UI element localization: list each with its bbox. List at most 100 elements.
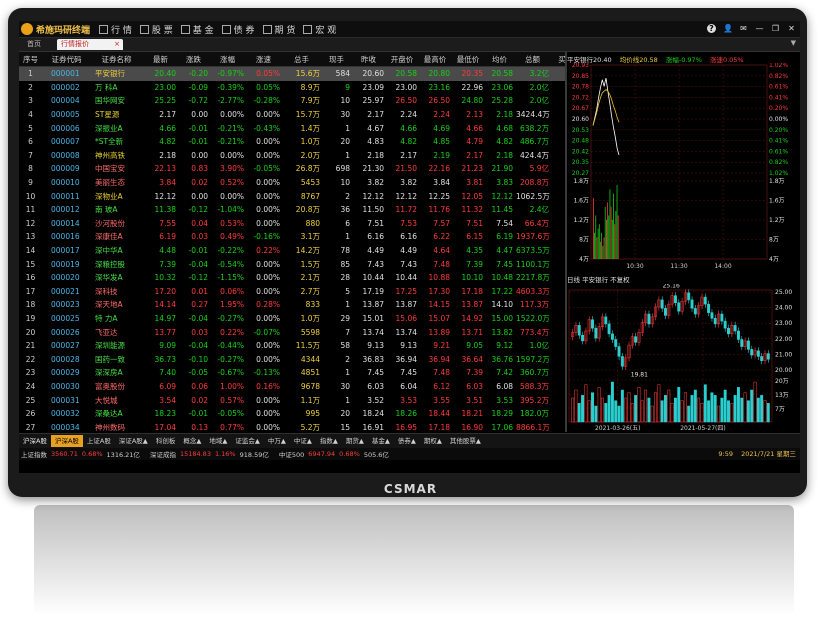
- user-icon[interactable]: 👤: [723, 24, 733, 33]
- sheet-tab[interactable]: 期权▲: [420, 435, 446, 447]
- table-row[interactable]: 1 000001 平安银行 20.40 -0.20 -0.97% 0.05% 15.6万 584…: [19, 66, 565, 81]
- table-row[interactable]: 22 000028 国药一致 36.73 -0.10 -0.27% 0.00% 4344 2 36…: [19, 352, 565, 366]
- table-row[interactable]: 19 000025 特 力A 14.97 -0.04 -0.27% 0.00% 1.0万 29 1…: [19, 312, 565, 326]
- table-cell: 0.03: [191, 232, 208, 242]
- table-row[interactable]: 18 000023 深天地A 14.14 0.27 1.95% 0.28% 833 1 13.87…: [19, 298, 565, 312]
- sheet-tab[interactable]: 地域▲: [205, 435, 231, 447]
- table-cell: 4.68: [496, 123, 513, 133]
- table-row[interactable]: 15 000019 深粮控股 7.39 -0.04 -0.54% 0.00% 1.5万 85 7.…: [19, 257, 565, 271]
- table-cell: 6.03: [367, 381, 384, 391]
- menu-item-2[interactable]: 基 金: [180, 23, 214, 36]
- sheet-tab[interactable]: 中证▲: [290, 435, 316, 447]
- sheet-tab[interactable]: 中万▲: [264, 435, 290, 447]
- table-cell: 20.35: [453, 66, 486, 81]
- column-header[interactable]: 证券名称: [91, 52, 145, 67]
- table-row[interactable]: 23 000029 深深房A 7.40 -0.05 -0.67% -0.13% 4851 1 7.…: [19, 366, 565, 380]
- menu-item-4[interactable]: 期 货: [262, 23, 295, 36]
- help-icon[interactable]: ?: [707, 24, 716, 33]
- table-cell: 7: [28, 150, 33, 160]
- table-row[interactable]: 12 000014 沙河股份 7.55 0.04 0.53% 0.00% 880 6 7.51 7.…: [19, 217, 565, 231]
- table-cell: 4603.3万: [516, 286, 550, 296]
- column-header[interactable]: 买: [552, 52, 565, 67]
- table-cell: 2.24: [400, 110, 417, 120]
- tab-close-icon[interactable]: ×: [114, 39, 120, 50]
- column-header[interactable]: 证券代码: [45, 52, 91, 67]
- intraday-chart[interactable]: 20.93 1.02% 20.85 0.82% 20.78 0.61% 20.72 0.41%…: [567, 63, 800, 271]
- window-controls: ? 👤 ✉ — ❐ ✕: [707, 24, 796, 33]
- menu-item-3[interactable]: 债 券: [221, 23, 255, 36]
- tab-dropdown-icon[interactable]: ▼: [791, 39, 796, 47]
- table-row[interactable]: 8 000009 中国宝安 22.13 0.83 3.90% -0.05% 26.8万 698 2…: [19, 162, 565, 176]
- close-icon[interactable]: ✕: [787, 24, 796, 33]
- column-header[interactable]: 现手: [323, 52, 353, 67]
- sheet-tab[interactable]: 上证A股: [83, 435, 115, 447]
- table-row[interactable]: 9 000010 美丽生态 3.84 0.02 0.52% 0.00% 5453 10 3.82 3…: [19, 176, 565, 190]
- table-row[interactable]: 26 000032 深桑达A 18.23 -0.01 -0.05% 0.00% 995 20 18…: [19, 407, 565, 421]
- table-row[interactable]: 27 000034 神州数码 17.04 0.13 0.77% 0.00% 5.2万 15 16.…: [19, 420, 565, 432]
- table-cell: [552, 285, 565, 299]
- sheet-tab[interactable]: 基金▲: [368, 435, 394, 447]
- sheet-tab[interactable]: 其他股票▲: [446, 435, 485, 447]
- kline-volume-bar: [760, 395, 764, 423]
- column-header[interactable]: 最低价: [453, 52, 486, 67]
- table-cell: 000010: [51, 178, 80, 188]
- sheet-tab[interactable]: 指数▲: [316, 435, 342, 447]
- minimize-icon[interactable]: —: [755, 24, 764, 33]
- sheet-tab[interactable]: 沪深A股: [19, 435, 51, 447]
- kline-chart[interactable]: 25.00 24.00 23.00 22.00 21.00 20.00 20万 13万 7万 20…: [567, 284, 800, 432]
- table-row[interactable]: 7 000008 神州高铁 2.18 0.00 0.00% 0.00% 2.0万 1 2.18 2.…: [19, 149, 565, 163]
- table-row[interactable]: 5 000006 深振业A 4.66 -0.01 -0.21% -0.43% 1.4万 1 4.6…: [19, 121, 565, 135]
- column-header[interactable]: 涨幅: [211, 52, 247, 67]
- column-header[interactable]: 序号: [19, 52, 45, 67]
- table-row[interactable]: 10 000011 深物业A 12.12 0.00 0.00% 0.00% 8767 2 12.1…: [19, 189, 565, 203]
- volume-bar: [617, 215, 619, 259]
- table-row[interactable]: 6 000007 *ST全新 4.82 -0.01 -0.21% 0.00% 1.0万 20 4.…: [19, 135, 565, 149]
- table-row[interactable]: 4 000005 ST星源 2.17 0.00 0.00% 0.00% 15.7万 30 2.17…: [19, 108, 565, 122]
- table-cell: 2.18: [159, 150, 176, 160]
- table-row[interactable]: 2 000002 万 科A 23.00 -0.09 -0.39% 0.05% 8.9万 9 23.…: [19, 81, 565, 95]
- table-cell: 0.02: [191, 395, 208, 405]
- restore-icon[interactable]: ❐: [771, 24, 780, 33]
- tab-home[interactable]: 首页: [23, 39, 45, 50]
- column-header[interactable]: 昨收: [353, 52, 387, 67]
- sheet-tab[interactable]: 期货▲: [342, 435, 368, 447]
- table-row[interactable]: 24 000030 富奥股份 6.09 0.06 1.00% 0.16% 9678 30 6.03…: [19, 380, 565, 394]
- sheet-tab[interactable]: 证监会▲: [231, 435, 264, 447]
- kline-volume-bar: [667, 389, 671, 423]
- sheet-tab[interactable]: 沪深A股: [50, 435, 83, 447]
- table-cell: 0.00%: [256, 259, 280, 269]
- message-icon[interactable]: ✉: [739, 24, 748, 33]
- table-row[interactable]: 11 000012 南 玻A 11.38 -0.12 -1.04% 0.00% 20.8万 36…: [19, 203, 565, 217]
- kline-volume-bar: [601, 397, 604, 423]
- table-cell: 000021: [51, 286, 80, 296]
- sheet-tab[interactable]: 深证A股▲: [115, 435, 152, 447]
- table-cell: 000002: [51, 82, 80, 92]
- table-row[interactable]: 17 000021 深科技 17.20 0.01 0.06% 0.00% 2.7万 5 17.19…: [19, 285, 565, 299]
- column-header[interactable]: 涨跌: [179, 52, 211, 67]
- sheet-tab[interactable]: 科创板: [152, 435, 180, 447]
- tab-quotes[interactable]: 行情报价 ×: [57, 39, 123, 50]
- sheet-tab[interactable]: 概念▲: [179, 435, 205, 447]
- column-header[interactable]: 涨速: [247, 52, 283, 67]
- table-cell: 773.4万: [520, 327, 549, 337]
- column-header[interactable]: 最新: [145, 52, 179, 67]
- column-header[interactable]: 总手: [283, 52, 323, 67]
- table-row[interactable]: 21 000027 深圳能源 9.09 -0.04 -0.44% 0.00% 11.5万 58 9…: [19, 339, 565, 353]
- column-header[interactable]: 开盘价: [387, 52, 420, 67]
- menu-item-5[interactable]: 宏 观: [303, 23, 336, 36]
- table-row[interactable]: 3 000004 国华网安 25.25 -0.72 -2.77% -0.28% 7.9万 10 2…: [19, 94, 565, 108]
- column-header[interactable]: 总额: [516, 52, 552, 67]
- table-row[interactable]: 14 000017 深中华A 4.48 -0.01 -0.22% 0.22% 14.2万 78 4…: [19, 244, 565, 258]
- table-cell: 000031: [51, 395, 80, 405]
- menu-item-0[interactable]: 行 情: [99, 23, 132, 36]
- volume-tick-label: 1.8万: [769, 178, 785, 185]
- table-row[interactable]: 25 000031 大悦城 3.54 0.02 0.57% 0.00% 1.1万 1 3.52 3.…: [19, 393, 565, 407]
- column-header[interactable]: 均价: [486, 52, 516, 67]
- table-row[interactable]: 16 000020 深华发A 10.32 -0.12 -1.15% 0.00% 2.1万 28 1…: [19, 271, 565, 285]
- menu-item-1[interactable]: 股 票: [139, 23, 173, 36]
- table-cell: 000005: [51, 110, 80, 120]
- column-header[interactable]: 最高价: [420, 52, 453, 67]
- table-row[interactable]: 20 000026 飞亚达 13.77 0.03 0.22% -0.07% 5598 7 13.7…: [19, 325, 565, 339]
- table-row[interactable]: 13 000016 深康佳A 6.19 0.03 0.49% -0.16% 3.1万 1 6.16…: [19, 230, 565, 244]
- sheet-tab[interactable]: 债券▲: [394, 435, 420, 447]
